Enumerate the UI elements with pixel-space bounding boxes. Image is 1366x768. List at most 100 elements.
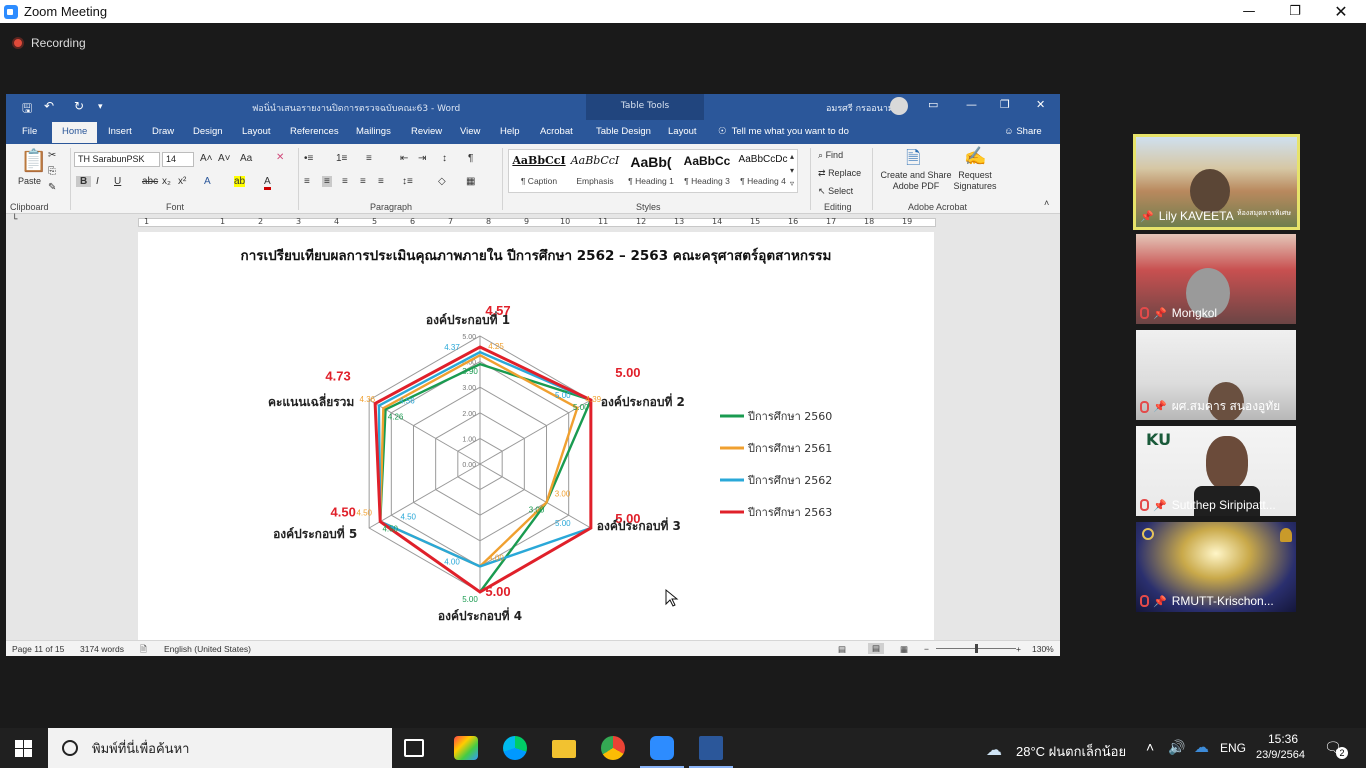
participant-tile[interactable]: KU 📌 Sutithep Siripipatt... bbox=[1136, 426, 1296, 516]
show-hidden-icons-icon[interactable]: ˄ bbox=[1146, 739, 1154, 755]
tab-review[interactable]: Review bbox=[411, 126, 442, 137]
undo-icon[interactable]: ↶ bbox=[44, 99, 54, 113]
italic-icon[interactable]: I bbox=[96, 176, 99, 187]
word-taskbar-icon[interactable] bbox=[689, 736, 733, 768]
chrome-icon[interactable] bbox=[601, 736, 625, 760]
style-heading-3[interactable]: AaBbCc ¶ Heading 3 bbox=[679, 154, 735, 186]
tab-view[interactable]: View bbox=[460, 126, 480, 137]
zoom-slider-thumb[interactable] bbox=[975, 644, 978, 653]
task-view-icon[interactable] bbox=[404, 739, 424, 757]
zoom-level[interactable]: 130% bbox=[1032, 644, 1054, 654]
align-right-icon[interactable]: ≡ bbox=[342, 176, 348, 187]
style-caption[interactable]: AaBbCcI ¶ Caption bbox=[511, 154, 567, 186]
paste-label[interactable]: Paste bbox=[18, 176, 41, 186]
save-icon[interactable]: 🖫 bbox=[22, 99, 32, 120]
file-explorer-icon[interactable] bbox=[552, 740, 576, 758]
bold-icon[interactable]: B bbox=[76, 176, 92, 187]
participant-tile[interactable]: 📌 RMUTT-Krischon... bbox=[1136, 522, 1296, 612]
zoom-in-icon[interactable]: + bbox=[1016, 644, 1021, 654]
participant-tile-active[interactable]: ห้องสมุดหารพิเศษ 📌 Lily KAVEETA bbox=[1133, 134, 1300, 230]
tab-layout[interactable]: Layout bbox=[242, 126, 271, 137]
styles-scroll-up-icon[interactable]: ▴ bbox=[790, 152, 794, 161]
tell-me-search[interactable]: ☉ Tell me what you want to do bbox=[718, 126, 849, 137]
tab-home[interactable]: Home bbox=[52, 122, 98, 143]
edge-icon[interactable] bbox=[503, 736, 527, 760]
line-spacing-icon[interactable]: ↕≡ bbox=[402, 176, 413, 187]
tab-draw[interactable]: Draw bbox=[152, 126, 174, 137]
font-color-icon[interactable]: A bbox=[264, 176, 271, 190]
page-count[interactable]: Page 11 of 15 bbox=[12, 644, 64, 654]
change-case-icon[interactable]: Aa bbox=[240, 153, 252, 164]
format-painter-icon[interactable]: ✎ bbox=[48, 182, 56, 193]
font-size-box[interactable]: 14 bbox=[162, 152, 194, 167]
shrink-font-icon[interactable]: A˅ bbox=[218, 153, 231, 164]
read-mode-icon[interactable]: ▤ bbox=[838, 644, 846, 655]
increase-indent-icon[interactable]: ⇥ bbox=[418, 153, 426, 164]
distributed-icon[interactable]: ≡ bbox=[378, 176, 384, 187]
justify-icon[interactable]: ≡ bbox=[360, 176, 366, 187]
request-signatures-button[interactable]: Request Signatures bbox=[952, 170, 998, 192]
align-left-icon[interactable]: ≡ bbox=[304, 176, 310, 187]
decrease-indent-icon[interactable]: ⇤ bbox=[400, 153, 408, 164]
minimize-icon[interactable]: — bbox=[1226, 0, 1272, 23]
clock-time[interactable]: 15:36 bbox=[1268, 732, 1298, 746]
style-emphasis[interactable]: AaBbCcI Emphasis bbox=[567, 154, 623, 186]
grow-font-icon[interactable]: A˄ bbox=[200, 153, 213, 164]
create-share-pdf-button[interactable]: Create and Share Adobe PDF bbox=[878, 170, 954, 192]
print-layout-icon[interactable]: ▤ bbox=[868, 643, 885, 654]
ribbon-display-icon[interactable]: ▭ bbox=[928, 98, 938, 111]
volume-icon[interactable]: 🔊 bbox=[1168, 739, 1185, 756]
horizontal-ruler[interactable]: └ 1 1 2 3 4 5 6 7 8 9 10 11 12 13 14 15 … bbox=[6, 214, 1060, 230]
select-button[interactable]: ↖ Select bbox=[818, 186, 853, 197]
styles-gallery[interactable]: AaBbCcI ¶ Caption AaBbCcI Emphasis AaBb(¶ … bbox=[508, 149, 798, 193]
tab-table-design[interactable]: Table Design bbox=[596, 126, 651, 137]
proofing-icon[interactable]: 🗎 bbox=[140, 644, 147, 656]
bluestacks-icon[interactable] bbox=[454, 736, 478, 760]
copy-icon[interactable]: ⎘ bbox=[48, 166, 56, 177]
tab-file[interactable]: File bbox=[22, 126, 37, 137]
close-icon[interactable]: ✕ bbox=[1318, 0, 1364, 23]
bullets-icon[interactable]: •≡ bbox=[304, 153, 313, 164]
subscript-icon[interactable]: x₂ bbox=[162, 176, 171, 187]
word-restore-icon[interactable]: ❐ bbox=[1000, 98, 1010, 111]
participant-tile[interactable]: 📌 Mongkol bbox=[1136, 234, 1296, 324]
numbering-icon[interactable]: 1≡ bbox=[336, 153, 347, 164]
collapse-ribbon-icon[interactable]: ˄ bbox=[1044, 198, 1049, 208]
tab-insert[interactable]: Insert bbox=[108, 126, 132, 137]
multilevel-list-icon[interactable]: ≡ bbox=[366, 153, 372, 164]
user-avatar[interactable] bbox=[890, 97, 908, 115]
word-minimize-icon[interactable]: — bbox=[966, 98, 977, 111]
redo-icon[interactable]: ↻ bbox=[74, 99, 84, 113]
zoom-taskbar-icon[interactable] bbox=[640, 736, 684, 768]
replace-button[interactable]: ⇄ Replace bbox=[818, 168, 861, 179]
underline-icon[interactable]: U bbox=[114, 176, 121, 187]
cut-icon[interactable]: ✂ bbox=[48, 150, 56, 161]
show-marks-icon[interactable]: ¶ bbox=[468, 153, 473, 164]
share-button[interactable]: ☺ Share bbox=[1004, 126, 1042, 137]
tab-acrobat[interactable]: Acrobat bbox=[540, 126, 573, 137]
style-heading-1[interactable]: AaBb(¶ Heading 1 bbox=[623, 154, 679, 186]
text-effects-icon[interactable]: A bbox=[204, 176, 211, 187]
sort-icon[interactable]: ↕ bbox=[442, 153, 447, 164]
strikethrough-icon[interactable]: abc bbox=[142, 176, 158, 187]
recording-indicator[interactable]: Recording bbox=[12, 36, 86, 50]
align-center-icon[interactable]: ≡ bbox=[322, 176, 332, 187]
request-signatures-icon[interactable]: ✍ bbox=[964, 146, 986, 167]
start-icon[interactable] bbox=[15, 740, 32, 757]
clock-date[interactable]: 23/9/2564 bbox=[1256, 749, 1305, 761]
web-layout-icon[interactable]: ▦ bbox=[900, 644, 908, 655]
language-indicator[interactable]: English (United States) bbox=[164, 644, 251, 654]
customize-qat-icon[interactable]: ▾ bbox=[98, 102, 103, 112]
taskbar-search[interactable]: พิมพ์ที่นี่เพื่อค้นหา bbox=[48, 728, 392, 768]
zoom-out-icon[interactable]: − bbox=[924, 644, 929, 654]
word-count[interactable]: 3174 words bbox=[80, 644, 124, 654]
tab-table-layout[interactable]: Layout bbox=[668, 126, 697, 137]
tab-design[interactable]: Design bbox=[193, 126, 223, 137]
weather-icon[interactable]: ☁ bbox=[986, 740, 1002, 760]
tab-help[interactable]: Help bbox=[500, 126, 520, 137]
paste-icon[interactable]: 📋 bbox=[20, 148, 47, 174]
document-page[interactable]: การเปรียบเทียบผลการประเมินคุณภาพภายใน ปี… bbox=[138, 232, 934, 640]
restore-icon[interactable]: ❐ bbox=[1272, 0, 1318, 23]
shading-icon[interactable]: ◇ bbox=[438, 176, 446, 187]
style-heading-4[interactable]: AaBbCcDc ¶ Heading 4 bbox=[735, 154, 791, 186]
